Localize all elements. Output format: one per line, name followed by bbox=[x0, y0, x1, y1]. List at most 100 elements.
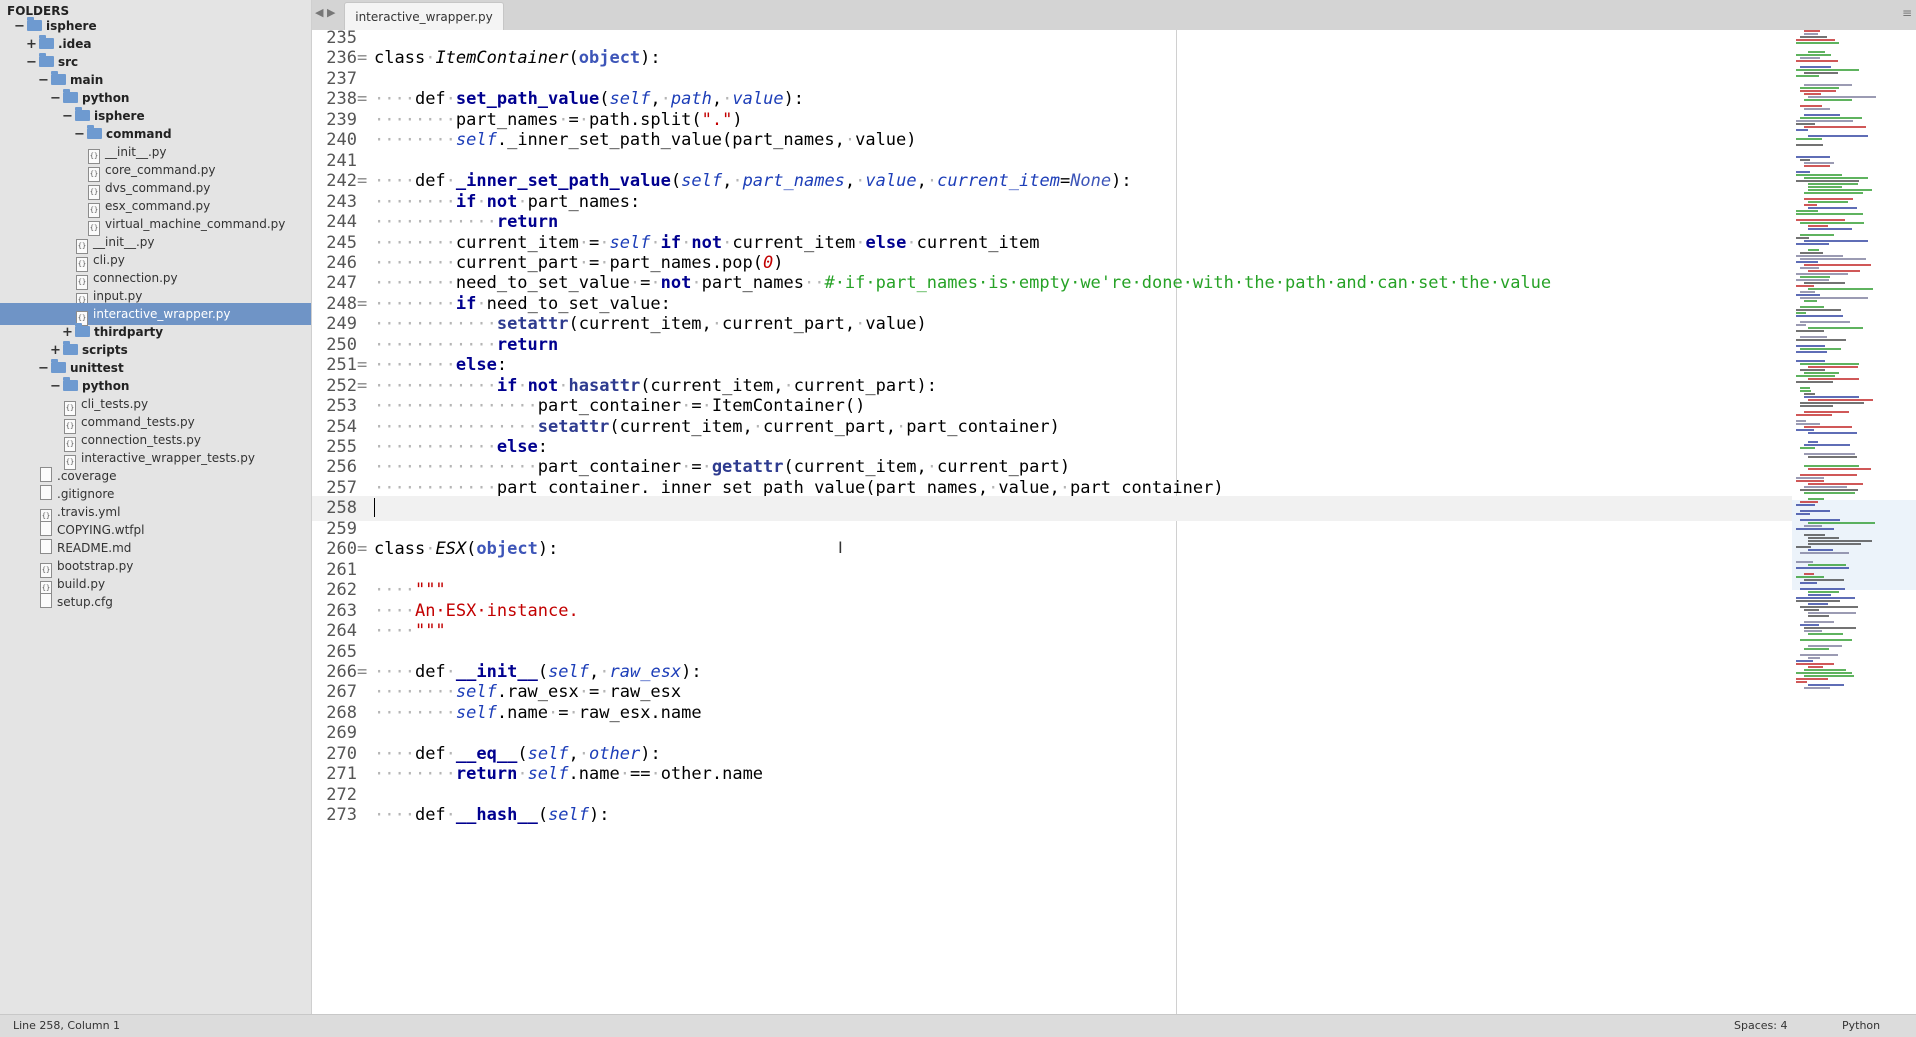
code-token: , bbox=[916, 171, 927, 192]
tree-item-label: dvs_command.py bbox=[105, 181, 211, 195]
tree-item-label: thirdparty bbox=[94, 325, 164, 339]
tree-file[interactable]: setup.cfg bbox=[0, 591, 311, 613]
minimap-stroke bbox=[1804, 300, 1817, 302]
minimap-stroke bbox=[1800, 234, 1834, 236]
code-token: else bbox=[496, 437, 538, 457]
folder-icon bbox=[75, 323, 90, 337]
whitespace-marker: ········ bbox=[374, 764, 456, 785]
code-token: else bbox=[455, 355, 497, 376]
minimap-stroke bbox=[1804, 534, 1825, 536]
whitespace-marker: · bbox=[855, 314, 866, 335]
minimap-stroke bbox=[1808, 456, 1857, 458]
whitespace-marker: · bbox=[844, 130, 856, 151]
code-token: if bbox=[455, 293, 477, 314]
code-token: part_container) bbox=[1070, 477, 1224, 498]
tree-item-label: isphere bbox=[46, 19, 97, 33]
code-token: part_names.pop( bbox=[609, 252, 763, 273]
minimap-stroke bbox=[1796, 309, 1841, 311]
code-token: ( bbox=[537, 661, 549, 682]
whitespace-marker: ········ bbox=[374, 130, 456, 151]
minimap-stroke bbox=[1804, 669, 1846, 671]
whitespace-marker: · bbox=[926, 171, 938, 192]
whitespace-marker: · bbox=[906, 232, 917, 253]
whitespace-marker: · bbox=[445, 661, 456, 682]
whitespace-marker: · bbox=[445, 89, 456, 110]
minimap-stroke bbox=[1796, 120, 1853, 122]
whitespace-marker: ········ bbox=[374, 682, 456, 703]
minimap-stroke bbox=[1796, 576, 1824, 578]
minimap-stroke bbox=[1808, 288, 1873, 290]
code-token: ( bbox=[537, 805, 549, 826]
tab-menu-icon[interactable]: ≡ bbox=[1902, 6, 1912, 20]
code-token: def bbox=[414, 171, 446, 192]
code-token: current_part, bbox=[722, 314, 856, 335]
whitespace-marker: · bbox=[752, 416, 763, 437]
minimap-stroke bbox=[1808, 228, 1852, 230]
minimap-stroke bbox=[1808, 498, 1824, 500]
code-token: (current_item, bbox=[568, 314, 712, 335]
minimap-stroke bbox=[1808, 594, 1831, 596]
code-token: part_names bbox=[701, 273, 804, 294]
whitespace-marker: · bbox=[445, 171, 456, 192]
whitespace-marker: · bbox=[783, 375, 794, 396]
code-token: other.name bbox=[660, 764, 764, 785]
minimap-stroke bbox=[1800, 582, 1817, 584]
minimap-stroke bbox=[1796, 294, 1820, 296]
code-token: class bbox=[374, 48, 426, 69]
minimap-stroke bbox=[1804, 33, 1818, 35]
code-token: if bbox=[660, 232, 682, 253]
code-token: part_container._inner_set_path_value(par… bbox=[496, 477, 989, 498]
minimap-stroke bbox=[1804, 108, 1830, 110]
code-token: ) bbox=[773, 252, 784, 273]
code-token: current_item bbox=[455, 232, 579, 253]
minimap-stroke bbox=[1800, 474, 1857, 476]
tab-interactive-wrapper[interactable]: interactive_wrapper.py bbox=[344, 2, 504, 31]
minimap-stroke bbox=[1808, 657, 1820, 659]
minimap-stroke bbox=[1796, 660, 1813, 662]
code-token: set_path_value bbox=[455, 89, 600, 110]
code-token: ( bbox=[517, 743, 528, 764]
whitespace-marker: ············ bbox=[374, 375, 497, 396]
minimap-stroke bbox=[1796, 261, 1818, 263]
code-editor[interactable]: 235 236= class·ItemContainer(object): 237 23… bbox=[312, 30, 1916, 1014]
whitespace-marker: · bbox=[855, 232, 866, 253]
minimap-stroke bbox=[1804, 282, 1845, 284]
code-token: (current_item, bbox=[783, 457, 927, 478]
folder-icon bbox=[63, 89, 78, 103]
code-token: value, bbox=[998, 477, 1060, 498]
whitespace-marker: · bbox=[578, 252, 589, 273]
tab-nav-arrows-icon[interactable]: ◀ ▶ bbox=[315, 6, 335, 19]
minimap-stroke bbox=[1804, 492, 1855, 494]
syntax-selector[interactable]: Python bbox=[1842, 1015, 1880, 1037]
status-bar: Line 258, Column 1 Spaces: 4 Python bbox=[0, 1014, 1916, 1037]
whitespace-marker: ···· bbox=[374, 743, 415, 764]
whitespace-marker: · bbox=[445, 743, 456, 764]
whitespace-marker: · bbox=[896, 416, 907, 437]
minimap-stroke bbox=[1796, 54, 1831, 56]
minimap-stroke bbox=[1808, 441, 1818, 443]
code-token: ._inner_set_path_value(part_names, bbox=[496, 130, 845, 151]
minimap-stroke bbox=[1796, 129, 1808, 131]
whitespace-marker: ···· bbox=[374, 600, 415, 621]
code-token: not bbox=[527, 375, 559, 396]
code-token: if bbox=[455, 191, 477, 212]
code-token: value) bbox=[855, 130, 917, 151]
minimap-stroke bbox=[1804, 99, 1852, 101]
folder-icon bbox=[51, 71, 66, 85]
indentation-setting[interactable]: Spaces: 4 bbox=[1734, 1015, 1787, 1037]
tree-item-label: COPYING.wtfpl bbox=[57, 523, 145, 537]
code-token: current_item bbox=[732, 232, 856, 253]
minimap[interactable] bbox=[1792, 30, 1916, 1014]
whitespace-marker: ················ bbox=[374, 416, 538, 437]
minimap-stroke bbox=[1804, 609, 1819, 611]
minimap-stroke bbox=[1804, 630, 1822, 632]
minimap-stroke bbox=[1808, 135, 1868, 137]
minimap-stroke bbox=[1800, 222, 1864, 224]
minimap-stroke bbox=[1796, 138, 1822, 140]
minimap-stroke bbox=[1800, 90, 1836, 92]
code-token: : bbox=[537, 437, 549, 457]
whitespace-marker: · bbox=[691, 273, 702, 294]
text-file-icon bbox=[40, 539, 52, 554]
code-line[interactable]: 273 ····def·__hash__(self): bbox=[312, 803, 1792, 828]
code-token: ): bbox=[681, 661, 702, 682]
